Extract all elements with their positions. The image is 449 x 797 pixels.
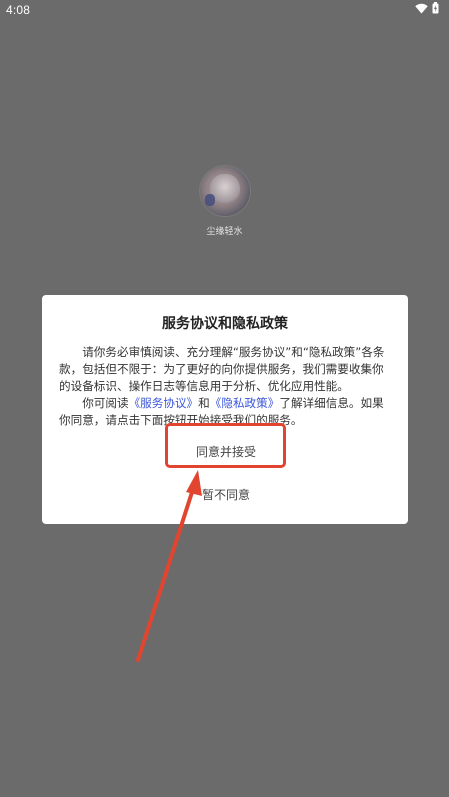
status-icons xyxy=(415,2,439,14)
agreement-dialog: 服务协议和隐私政策 请你务必审慎阅读、充分理解“服务协议”和“隐私政策”各条款，… xyxy=(42,295,408,524)
dialog-paragraph-1: 请你务必审慎阅读、充分理解“服务协议”和“隐私政策”各条款，包括但不限于：为了更… xyxy=(59,345,385,393)
dialog-paragraph-2: 你可阅读《服务协议》和《隐私政策》了解详细信息。如果你同意，请点击下面按钮开始接… xyxy=(59,395,393,429)
status-time: 4:08 xyxy=(6,3,31,17)
privacy-policy-link[interactable]: 《隐私政策》 xyxy=(210,396,280,410)
dialog-title: 服务协议和隐私政策 xyxy=(162,316,288,332)
and-text: 和 xyxy=(198,396,210,410)
battery-icon xyxy=(432,2,439,14)
paragraph-2-prefix: 你可阅读 xyxy=(82,396,129,410)
agree-button[interactable]: 同意并接受 xyxy=(166,440,286,464)
decline-button[interactable]: 暂不同意 xyxy=(166,483,286,507)
app-splash: 尘缘轻水 xyxy=(0,166,449,237)
wifi-icon xyxy=(415,3,428,13)
dialog-body: 请你务必审慎阅读、充分理解“服务协议”和“隐私政策”各条款，包括但不限于：为了更… xyxy=(59,344,393,429)
status-bar: 4:08 xyxy=(0,0,449,22)
app-name: 尘缘轻水 xyxy=(206,227,243,237)
service-agreement-link[interactable]: 《服务协议》 xyxy=(129,396,199,410)
app-logo xyxy=(199,166,250,216)
